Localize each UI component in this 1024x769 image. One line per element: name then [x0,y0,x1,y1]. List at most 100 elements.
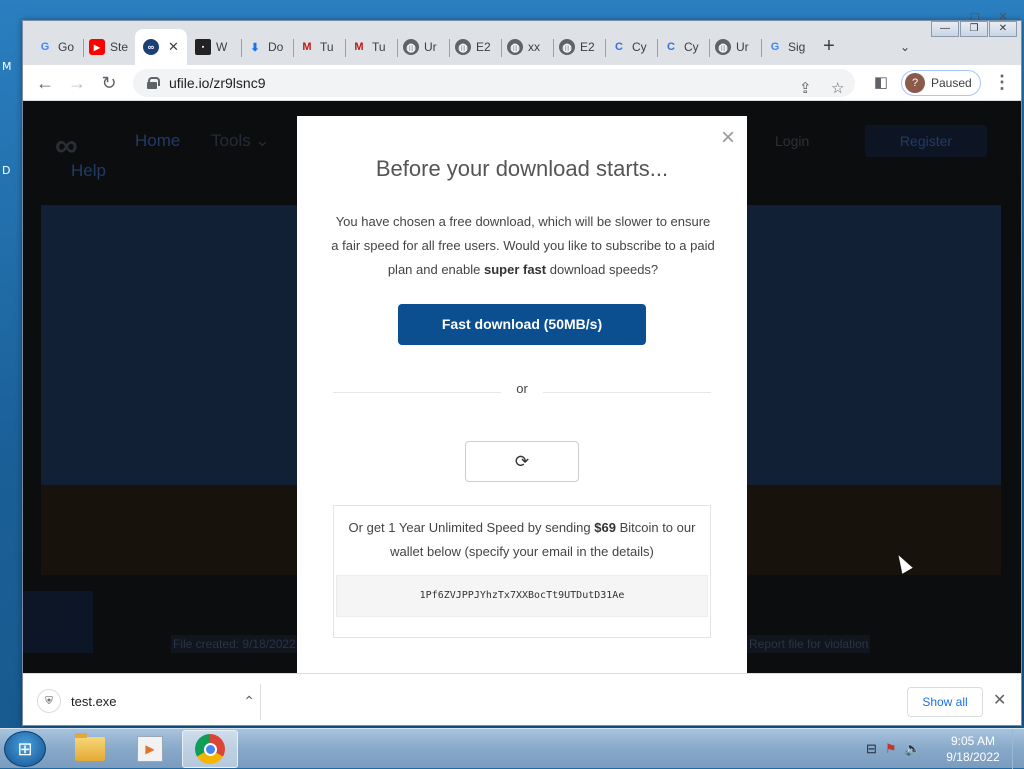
address-bar[interactable]: ufile.io/zr9lsnc9 ⇪ ☆ [133,69,855,97]
close-window-button[interactable]: ✕ [989,21,1017,37]
folder-icon [75,733,105,761]
globe-icon: ◍ [507,39,523,55]
forward-button[interactable]: → [65,71,89,95]
download-modal: × Before your download starts... You hav… [297,116,747,673]
tab-label: Tu [320,40,334,54]
media-player-icon: ▶ [137,736,163,762]
tab[interactable]: ◍ xx [507,35,547,59]
tab[interactable]: G Sig [767,35,807,59]
profile-button[interactable]: ? Paused [901,70,981,96]
tab[interactable]: M Tu [299,35,339,59]
tab[interactable]: C Cy [663,35,703,59]
tab-label: E2 [580,40,595,54]
reload-button[interactable]: ↻ [97,71,121,95]
clock-time: 9:05 AM [950,734,996,748]
desktop-icon-label[interactable]: M [2,60,12,73]
tab-label: W [216,40,228,54]
taskbar-media-player[interactable]: ▶ [122,730,178,768]
tab-label: xx [528,40,540,54]
tab-label: Cy [684,40,699,54]
tab-label: Ur [424,40,437,54]
close-download-bar-icon[interactable]: ✕ [993,690,1006,710]
clock-date: 9/18/2022 [946,750,1000,764]
modal-text-part: download speeds? [546,262,659,277]
avatar: ? [905,73,925,93]
tab[interactable]: ◍ E2 [559,35,599,59]
taskbar-explorer[interactable] [62,730,118,768]
close-tab-icon[interactable]: ✕ [168,39,179,55]
bookmark-star-icon[interactable]: ☆ [831,79,844,97]
show-desktop-button[interactable] [1012,729,1024,769]
taskbar: ⊞ ▶ ⊟ ⚑ 🔈 9:05 AM 9/18/2022 [0,728,1024,769]
google-icon: G [40,41,50,53]
tab-active[interactable]: ∞ ✕ [135,29,187,65]
google-icon: G [770,41,780,53]
nav-help-link[interactable]: Help [71,161,106,181]
system-tray: ⊟ ⚑ 🔈 [866,741,921,757]
modal-close-icon[interactable]: × [721,126,735,150]
clock[interactable]: 9:05 AM 9/18/2022 [940,733,1006,765]
tab[interactable]: G Go [37,35,77,59]
tab-search-chevron-icon[interactable]: ⌄ [893,35,917,59]
page-content: ∞ Home Tools ⌄ Help Login Register File … [23,101,1021,673]
chevron-up-icon[interactable]: ⌃ [243,693,255,710]
url-text[interactable]: ufile.io/zr9lsnc9 [169,75,266,91]
lock-icon[interactable] [147,77,160,89]
side-box [23,591,93,653]
tab-label: Sig [788,40,806,54]
tab-label: Go [58,40,75,54]
desktop-icon-label[interactable]: D [2,164,10,177]
register-button[interactable]: Register [865,125,987,157]
bitcoin-box: Or get 1 Year Unlimited Speed by sending… [333,505,711,638]
youtube-icon: ▶ [89,39,105,55]
download-icon: ⬇ [250,41,260,54]
mcafee-icon: M [354,41,364,53]
menu-kebab-icon[interactable]: ⋮ [993,72,1011,93]
volume-icon[interactable]: 🔈 [905,741,921,757]
login-link[interactable]: Login [775,133,809,149]
fast-download-button[interactable]: Fast download (50MB/s) [398,304,646,345]
download-item[interactable]: ⛨ test.exe ⌃ [37,684,259,718]
tab[interactable]: ▶ Ste [89,35,129,59]
tab[interactable]: C Cy [611,35,651,59]
tab-label: Ste [110,40,129,54]
tab-label: Cy [632,40,647,54]
tab[interactable]: ◍ Ur [715,35,755,59]
report-link[interactable]: Report file for violation [747,635,871,653]
or-label: or [516,381,528,396]
bitcoin-wallet-address[interactable]: 1Pf6ZVJPPJYhzTx7XXBocTt9UTDutD31Ae [336,575,708,617]
side-panel-icon[interactable]: ◧ [869,71,893,95]
taskbar-chrome[interactable] [182,730,238,768]
network-icon[interactable]: ⊟ [866,741,877,757]
ufile-logo[interactable]: ∞ [55,127,103,163]
new-tab-button[interactable]: + [817,35,841,59]
browser-toolbar: ← → ↻ ufile.io/zr9lsnc9 ⇪ ☆ ◧ ? Paused ⋮ [23,65,1021,101]
tab[interactable]: M Tu [351,35,391,59]
tab[interactable]: ⬇ Do [247,35,287,59]
start-button[interactable]: ⊞ [4,731,46,767]
windows-logo-icon: ⊞ [17,738,33,759]
tab[interactable]: ◍ Ur [403,35,443,59]
refresh-spinner-icon: ⟳ [514,452,530,471]
share-icon[interactable]: ⇪ [799,79,812,97]
tab-label: Tu [372,40,386,54]
show-all-button[interactable]: Show all [907,687,983,717]
btc-text-part: Or get 1 Year Unlimited Speed by sending [348,520,595,535]
globe-icon: ◍ [403,39,419,55]
action-center-flag-icon[interactable]: ⚑ [885,741,897,757]
nav-home-link[interactable]: Home [135,131,180,151]
free-download-button[interactable]: ⟳ [465,441,579,482]
site-icon: ▪ [195,39,211,55]
download-bar: ⛨ test.exe ⌃ Show all ✕ [23,673,1021,725]
tab[interactable]: ▪ W [195,35,235,59]
tab[interactable]: ◍ E2 [455,35,495,59]
nav-tools-link[interactable]: Tools ⌄ [211,131,270,151]
back-button[interactable]: ← [33,71,57,95]
minimize-button[interactable]: — [931,21,959,37]
mcafee-icon: M [302,41,312,53]
chrome-window: G Go ▶ Ste ∞ ✕ ▪ W ⬇ Do M Tu M Tu ◍ Ur ◍ E2 ◍ xx ◍… [22,20,1022,726]
ufile-icon: ∞ [143,39,159,55]
restore-button[interactable]: ❐ [960,21,988,37]
cyber-icon: C [615,41,623,53]
globe-icon: ◍ [715,39,731,55]
